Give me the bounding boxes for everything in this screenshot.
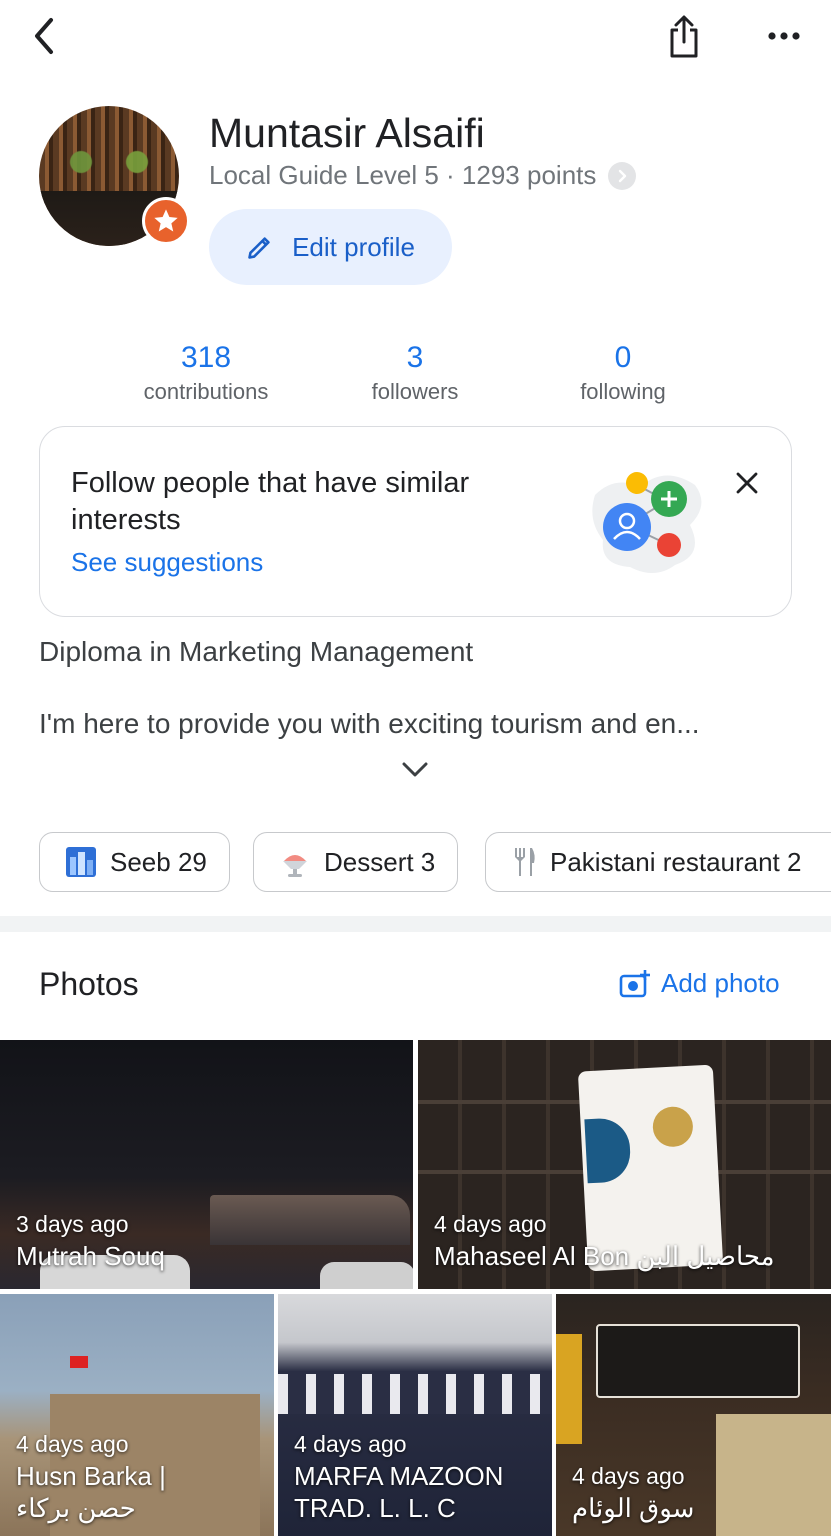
star-icon bbox=[154, 209, 178, 232]
photo-husn-barka[interactable]: 4 days ago Husn Barka | حصن بركاء bbox=[0, 1294, 274, 1536]
photo-car-shape bbox=[320, 1262, 413, 1289]
photo-place-arabic: حصن بركاء bbox=[16, 1493, 136, 1523]
photo-caption: 4 days ago سوق الوئام bbox=[572, 1460, 694, 1524]
photo-time: 3 days ago bbox=[16, 1211, 129, 1237]
stat-label: following bbox=[580, 379, 666, 404]
stat-value: 3 bbox=[406, 341, 424, 374]
photo-place-line2: TRAD. L. L. C bbox=[294, 1493, 456, 1523]
section-divider bbox=[0, 916, 831, 932]
chip-seeb[interactable]: Seeb 29 bbox=[39, 832, 230, 892]
chip-dessert[interactable]: Dessert 3 bbox=[253, 832, 459, 892]
more-options-button[interactable] bbox=[762, 18, 806, 54]
pencil-icon bbox=[248, 237, 270, 259]
photo-ship-shape bbox=[210, 1195, 410, 1245]
photo-caption: 4 days ago Mahaseel Al Bon محاصيل البن bbox=[434, 1208, 775, 1272]
bio-description: I'm here to provide you with exciting to… bbox=[39, 708, 700, 739]
close-icon bbox=[736, 472, 758, 494]
stat-label: contributions bbox=[143, 379, 269, 404]
back-button[interactable] bbox=[22, 14, 66, 58]
suggestion-text: Follow people that have similar interest… bbox=[71, 467, 470, 536]
photo-marfa-mazoon[interactable]: 4 days ago MARFA MAZOON TRAD. L. L. C bbox=[278, 1294, 552, 1536]
back-arrow-icon bbox=[35, 18, 53, 54]
photo-seal-shape bbox=[651, 1105, 694, 1148]
photo-mutrah-souq[interactable]: 3 days ago Mutrah Souq bbox=[0, 1040, 413, 1289]
photo-sign-shape bbox=[556, 1334, 582, 1444]
photo-time: 4 days ago bbox=[572, 1463, 685, 1489]
people-network-icon bbox=[592, 472, 702, 574]
add-photo-label: Add photo bbox=[661, 968, 780, 998]
photo-time: 4 days ago bbox=[434, 1211, 547, 1237]
stat-contributions[interactable]: 318 contributions bbox=[106, 340, 306, 408]
local-guide-level[interactable]: Local Guide Level 5 · 1293 points bbox=[209, 160, 637, 191]
stat-value: 0 bbox=[614, 341, 632, 374]
photo-place: Mahaseel Al Bon محاصيل البن bbox=[434, 1241, 775, 1271]
level-text: Local Guide Level 5 · 1293 points bbox=[209, 160, 597, 190]
fork-knife-icon bbox=[515, 848, 535, 876]
chevron-right-icon bbox=[608, 161, 637, 190]
photo-caption: 4 days ago Husn Barka | حصن بركاء bbox=[16, 1428, 166, 1524]
dessert-icon bbox=[283, 855, 307, 877]
photo-sign-shape bbox=[596, 1324, 800, 1398]
photo-caption: 3 days ago Mutrah Souq bbox=[16, 1208, 165, 1272]
city-icon bbox=[66, 847, 96, 877]
edit-profile-label: Edit profile bbox=[292, 231, 415, 262]
chip-label: Seeb 29 bbox=[110, 846, 207, 877]
photo-place: Mutrah Souq bbox=[16, 1241, 165, 1271]
share-button[interactable] bbox=[662, 12, 706, 62]
photos-heading: Photos bbox=[39, 966, 139, 1002]
add-photo-icon bbox=[619, 969, 650, 997]
chip-label: Pakistani restaurant 2 bbox=[550, 846, 802, 877]
follow-suggestion-card: Follow people that have similar interest… bbox=[39, 426, 792, 617]
photo-window-shape bbox=[716, 1414, 831, 1536]
photo-flag-shape bbox=[70, 1356, 88, 1368]
photo-time: 4 days ago bbox=[16, 1431, 129, 1457]
photo-garments-shape bbox=[278, 1374, 552, 1414]
profile-name: Muntasir Alsaifi bbox=[209, 110, 485, 156]
share-icon bbox=[670, 15, 698, 58]
add-photo-button[interactable]: Add photo bbox=[619, 968, 780, 999]
chip-pakistani-restaurant[interactable]: Pakistani restaurant 2 bbox=[485, 832, 831, 892]
photo-mahaseel-al-bon[interactable]: 4 days ago Mahaseel Al Bon محاصيل البن bbox=[418, 1040, 831, 1289]
stat-following[interactable]: 0 following bbox=[523, 340, 723, 408]
photo-time: 4 days ago bbox=[294, 1431, 407, 1457]
photo-caption: 4 days ago MARFA MAZOON TRAD. L. L. C bbox=[294, 1428, 503, 1524]
photo-label-shape bbox=[584, 1117, 632, 1184]
see-suggestions-link[interactable]: See suggestions bbox=[71, 547, 263, 578]
edit-profile-button[interactable]: Edit profile bbox=[209, 209, 452, 285]
stat-followers[interactable]: 3 followers bbox=[315, 340, 515, 408]
stat-value: 318 bbox=[180, 341, 232, 374]
photo-place: Husn Barka | bbox=[16, 1461, 166, 1491]
close-button[interactable] bbox=[729, 465, 765, 501]
more-dots-icon bbox=[768, 32, 800, 40]
photo-place: MARFA MAZOON bbox=[294, 1461, 504, 1491]
chevron-down-icon[interactable] bbox=[400, 755, 430, 785]
stat-label: followers bbox=[371, 379, 459, 404]
chip-label: Dessert 3 bbox=[324, 846, 436, 877]
bio-headline: Diploma in Marketing Management bbox=[39, 636, 474, 667]
local-guide-badge bbox=[142, 197, 190, 245]
photo-souq-al-wiam[interactable]: 4 days ago سوق الوئام bbox=[556, 1294, 831, 1536]
photo-place: سوق الوئام bbox=[572, 1493, 695, 1523]
